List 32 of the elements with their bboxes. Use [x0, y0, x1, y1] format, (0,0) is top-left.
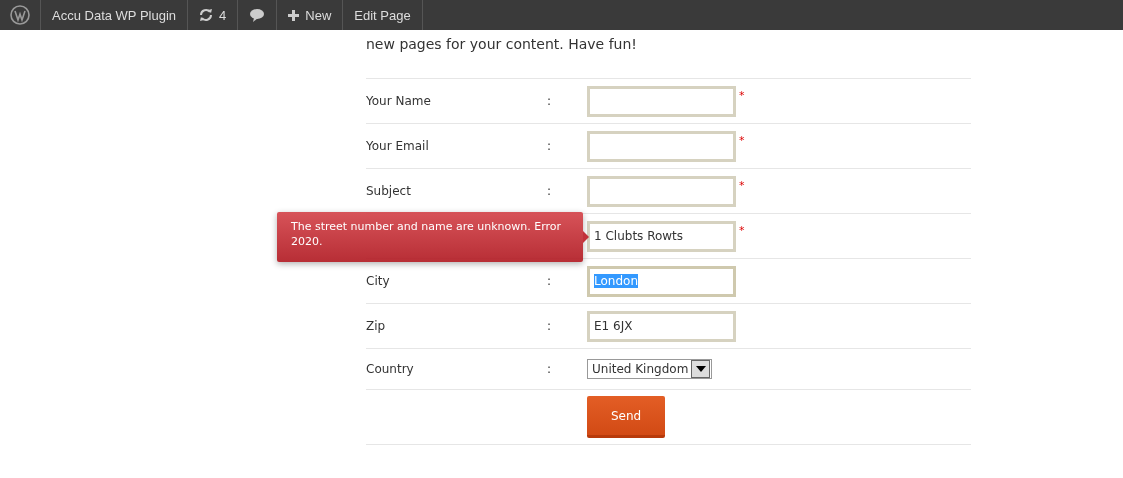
refresh-icon: [199, 8, 214, 22]
new-link[interactable]: New: [277, 0, 344, 30]
field-label: Zip: [366, 319, 386, 333]
field-label: Your Name: [366, 94, 431, 108]
error-tooltip: The street number and name are unknown. Error 2020.: [277, 212, 583, 262]
colon: :: [547, 274, 552, 288]
field-label: Country: [366, 362, 414, 376]
intro-text: new pages for your content. Have fun!: [366, 30, 971, 79]
field-label: Your Email: [366, 139, 429, 153]
colon: :: [547, 94, 552, 108]
input-field[interactable]: [587, 85, 736, 117]
updates-link[interactable]: 4: [188, 0, 239, 30]
colon: :: [547, 184, 552, 198]
send-button[interactable]: Send: [587, 396, 665, 438]
input-field[interactable]: [587, 175, 736, 207]
required-mark: *: [739, 224, 745, 237]
input-field[interactable]: 1 Clubts Rowts: [587, 220, 736, 252]
tooltip-pointer: [583, 231, 589, 243]
admin-bar-link[interactable]: Edit Page: [343, 0, 423, 30]
input-field[interactable]: [587, 130, 736, 162]
field-label: Subject: [366, 184, 411, 198]
admin-bar-link[interactable]: Accu Data WP Plugin: [41, 0, 189, 30]
country-dropdown[interactable]: United Kingdom: [587, 359, 713, 379]
input-field[interactable]: E1 6JX: [587, 310, 736, 342]
required-mark: *: [739, 179, 745, 192]
required-mark: *: [739, 134, 745, 147]
required-mark: *: [739, 89, 745, 102]
field-label: City: [366, 274, 390, 288]
plus-icon: [288, 9, 300, 21]
colon: :: [547, 139, 552, 153]
colon: :: [547, 362, 552, 376]
colon: :: [547, 319, 552, 333]
